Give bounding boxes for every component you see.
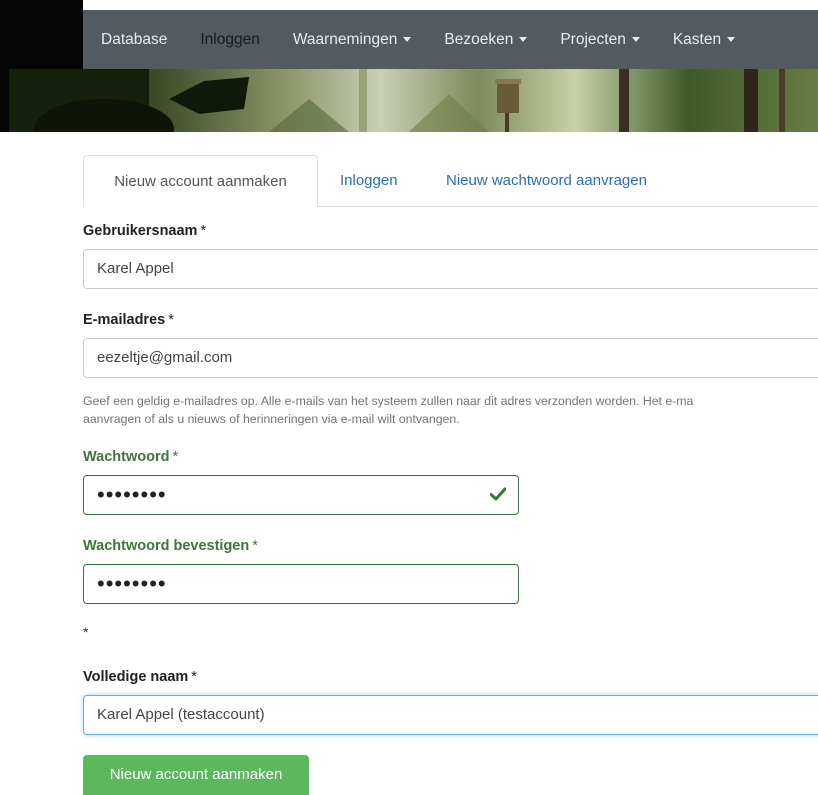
nav-inloggen[interactable]: Inloggen <box>200 31 259 49</box>
password-label: Wachtwoord * <box>83 449 178 465</box>
email-value: eezeltje@gmail.com <box>97 349 233 366</box>
tab-nieuw-wachtwoord[interactable]: Nieuw wachtwoord aanvragen <box>446 155 647 205</box>
email-label-text: E-mailadres <box>83 312 166 328</box>
password-confirm-label: Wachtwoord bevestigen * <box>83 538 258 554</box>
required-note: * <box>83 624 89 640</box>
email-help-line-1: Geef een geldig e-mailadres op. Alle e-m… <box>83 394 694 408</box>
password-value: •••••••• <box>97 482 167 507</box>
caret-down-icon <box>403 36 412 42</box>
nav-kasten-label: Kasten <box>672 30 722 48</box>
top-navbar: Database Inloggen Waarnemingen Bezoeken … <box>83 10 818 69</box>
password-confirm-value: •••••••• <box>97 571 167 596</box>
username-value: Karel Appel <box>97 260 174 277</box>
required-marker: * <box>172 449 179 465</box>
nav-projecten[interactable]: Projecten <box>560 30 640 49</box>
fullname-label: Volledige naam * <box>83 669 197 685</box>
nav-kasten[interactable]: Kasten <box>672 30 736 49</box>
create-account-button[interactable]: Nieuw account aanmaken <box>83 755 309 795</box>
required-marker: * <box>191 669 197 685</box>
nav-projecten-label: Projecten <box>560 30 626 48</box>
fullname-value: Karel Appel (testaccount) <box>97 706 265 723</box>
email-help-text: Geef een geldig e-mailadres op. Alle e-m… <box>83 392 818 428</box>
nav-waarnemingen-label: Waarnemingen <box>292 30 398 48</box>
account-tabs: Nieuw account aanmaken Inloggen Nieuw wa… <box>83 155 818 207</box>
forest-photo-image <box>9 69 785 132</box>
required-marker: * <box>200 223 207 239</box>
email-field[interactable]: eezeltje@gmail.com <box>83 338 818 378</box>
password-field[interactable]: •••••••• <box>83 475 519 515</box>
tab-nieuw-account[interactable]: Nieuw account aanmaken <box>83 155 318 207</box>
email-help-line-2: aanvragen of als u nieuws of herinnering… <box>83 412 460 426</box>
password-confirm-field[interactable]: •••••••• <box>83 564 519 604</box>
username-label: Gebruikersnaam * <box>83 223 206 239</box>
required-marker: * <box>252 538 258 554</box>
password-confirm-label-text: Wachtwoord bevestigen <box>83 538 250 554</box>
caret-down-icon <box>631 36 640 42</box>
password-label-text: Wachtwoord <box>83 449 170 465</box>
fullname-label-text: Volledige naam <box>83 669 189 685</box>
nav-bezoeken-label: Bezoeken <box>444 30 514 48</box>
required-marker: * <box>168 312 174 328</box>
nav-waarnemingen[interactable]: Waarnemingen <box>293 31 412 49</box>
caret-down-icon <box>519 36 528 42</box>
email-label: E-mailadres * <box>83 312 174 328</box>
nav-database[interactable]: Database <box>101 31 167 49</box>
fullname-field[interactable]: Karel Appel (testaccount) <box>83 695 818 735</box>
tab-inloggen[interactable]: Inloggen <box>340 155 398 205</box>
username-field[interactable]: Karel Appel <box>83 249 818 289</box>
checkmark-icon <box>490 487 506 501</box>
header-photo <box>9 69 818 132</box>
caret-down-icon <box>727 36 736 42</box>
nav-bezoeken[interactable]: Bezoeken <box>444 30 528 49</box>
username-label-text: Gebruikersnaam <box>83 223 198 239</box>
